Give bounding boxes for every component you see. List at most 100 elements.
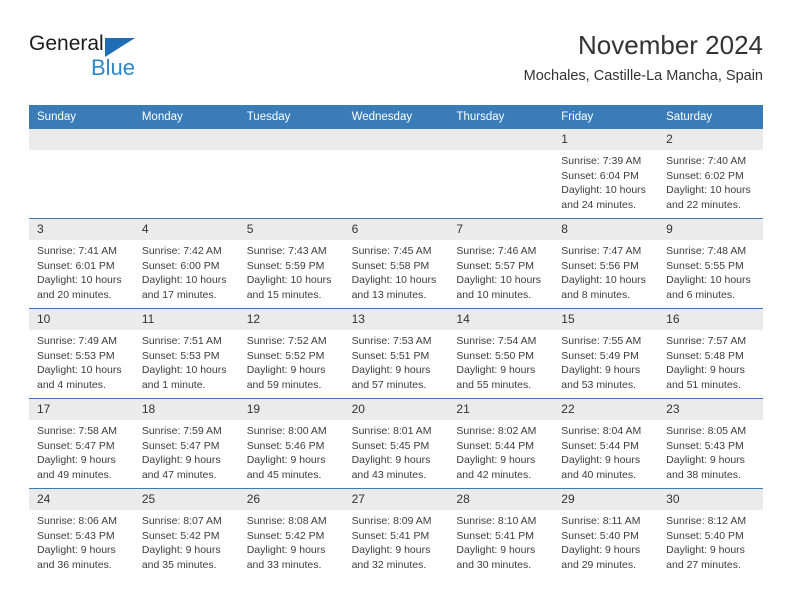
day-number: 7 [448, 219, 554, 240]
sunrise-text: Sunrise: 7:42 AM [141, 245, 222, 257]
sunrise-text: Sunrise: 8:08 AM [246, 515, 327, 527]
sunset-text: Sunset: 5:51 PM [351, 349, 430, 362]
daylight-text: Daylight: 9 hours and 27 minutes. [666, 544, 745, 571]
weekday-header-tuesday: Tuesday [246, 111, 291, 123]
calendar-grid: Sunday Monday Tuesday Wednesday Thursday Frid… [29, 105, 763, 578]
day-cell-22[interactable]: 22 Sunrise: 8:04 AM Sunset: 5:44 PM Dayligh… [553, 399, 659, 488]
day-info: Sunrise: 8:02 AM Sunset: 5:44 PM Daylight:… [448, 420, 553, 482]
day-cell-18[interactable]: 18 Sunrise: 7:59 AM Sunset: 5:47 PM Dayligh… [133, 399, 239, 488]
day-number: 10 [29, 309, 134, 330]
day-cell-16[interactable]: 16 Sunrise: 7:57 AM Sunset: 5:48 PM Dayligh… [658, 309, 763, 398]
sunrise-text: Sunrise: 7:49 AM [37, 335, 117, 347]
day-cell-3[interactable]: 3 Sunrise: 7:41 AM Sunset: 6:01 PM Daylight… [29, 219, 134, 308]
day-cell-9[interactable]: 9 Sunrise: 7:48 AM Sunset: 5:55 PM Daylight… [658, 219, 763, 308]
sunrise-text: Sunrise: 8:00 AM [246, 425, 327, 437]
day-cell-10[interactable]: 10 Sunrise: 7:49 AM Sunset: 5:53 PM Dayligh… [29, 309, 134, 398]
day-number: 29 [553, 489, 659, 510]
day-cell-17[interactable]: 17 Sunrise: 7:58 AM Sunset: 5:47 PM Dayligh… [29, 399, 134, 488]
day-cell-empty [238, 129, 344, 218]
day-info: Sunrise: 7:49 AM Sunset: 5:53 PM Daylight:… [29, 330, 134, 392]
day-cell-29[interactable]: 29 Sunrise: 8:11 AM Sunset: 5:40 PM Dayligh… [553, 489, 659, 578]
day-cell-25[interactable]: 25 Sunrise: 8:07 AM Sunset: 5:42 PM Dayligh… [133, 489, 239, 578]
day-cell-4[interactable]: 4 Sunrise: 7:42 AM Sunset: 6:00 PM Daylight… [133, 219, 239, 308]
sunset-text: Sunset: 5:47 PM [37, 439, 115, 452]
day-info: Sunrise: 8:06 AM Sunset: 5:43 PM Daylight:… [29, 510, 134, 572]
daylight-text: Daylight: 10 hours and 1 minute. [141, 364, 227, 391]
daylight-text: Daylight: 9 hours and 49 minutes. [37, 454, 116, 481]
sunrise-text: Sunrise: 8:09 AM [351, 515, 432, 527]
day-cell-8[interactable]: 8 Sunrise: 7:47 AM Sunset: 5:56 PM Daylight… [553, 219, 659, 308]
calendar-week-row: 1 Sunrise: 7:39 AM Sunset: 6:04 PM Daylight… [29, 129, 763, 218]
sunrise-text: Sunrise: 8:12 AM [666, 515, 747, 527]
day-number: 27 [343, 489, 449, 510]
page-header: General Blue November 2024 Mochales, Cas… [29, 28, 763, 96]
day-cell-24[interactable]: 24 Sunrise: 8:06 AM Sunset: 5:43 PM Dayligh… [29, 489, 134, 578]
day-number: 19 [238, 399, 344, 420]
day-info: Sunrise: 8:00 AM Sunset: 5:46 PM Daylight:… [239, 420, 344, 482]
sunrise-text: Sunrise: 8:11 AM [561, 515, 641, 527]
day-cell-15[interactable]: 15 Sunrise: 7:55 AM Sunset: 5:49 PM Dayligh… [553, 309, 659, 398]
sunrise-text: Sunrise: 8:01 AM [351, 425, 432, 437]
day-info: Sunrise: 7:57 AM Sunset: 5:48 PM Daylight:… [658, 330, 763, 392]
daylight-text: Daylight: 9 hours and 29 minutes. [561, 544, 641, 571]
day-cell-28[interactable]: 28 Sunrise: 8:10 AM Sunset: 5:41 PM Dayligh… [448, 489, 554, 578]
day-cell-1[interactable]: 1 Sunrise: 7:39 AM Sunset: 6:04 PM Daylight… [553, 129, 659, 218]
daylight-text: Daylight: 10 hours and 15 minutes. [246, 274, 332, 301]
day-cell-11[interactable]: 11 Sunrise: 7:51 AM Sunset: 5:53 PM Dayligh… [133, 309, 239, 398]
day-cell-23[interactable]: 23 Sunrise: 8:05 AM Sunset: 5:43 PM Dayligh… [658, 399, 763, 488]
sunrise-text: Sunrise: 7:40 AM [666, 155, 747, 167]
day-info: Sunrise: 8:09 AM Sunset: 5:41 PM Daylight:… [344, 510, 449, 572]
day-cell-19[interactable]: 19 Sunrise: 8:00 AM Sunset: 5:46 PM Dayligh… [238, 399, 344, 488]
sunset-text: Sunset: 5:49 PM [561, 349, 639, 362]
day-cell-2[interactable]: 2 Sunrise: 7:40 AM Sunset: 6:02 PM Daylight… [658, 129, 763, 218]
day-cell-empty [29, 129, 134, 218]
sunset-text: Sunset: 5:40 PM [561, 529, 639, 542]
sunset-text: Sunset: 5:45 PM [351, 439, 430, 452]
daylight-text: Daylight: 10 hours and 24 minutes. [561, 184, 646, 211]
day-number: 24 [29, 489, 134, 510]
day-info: Sunrise: 7:45 AM Sunset: 5:58 PM Daylight:… [344, 240, 449, 302]
day-info: Sunrise: 7:46 AM Sunset: 5:57 PM Daylight:… [448, 240, 553, 302]
day-cell-27[interactable]: 27 Sunrise: 8:09 AM Sunset: 5:41 PM Dayligh… [343, 489, 449, 578]
title-block: November 2024 Mochales, Castille-La Manc… [524, 28, 763, 87]
sunset-text: Sunset: 5:56 PM [561, 259, 639, 272]
day-cell-26[interactable]: 26 Sunrise: 8:08 AM Sunset: 5:42 PM Dayligh… [238, 489, 344, 578]
day-number: 13 [343, 309, 449, 330]
sunrise-text: Sunrise: 7:45 AM [351, 245, 432, 257]
day-number: 4 [133, 219, 239, 240]
logo-text-general: General [29, 32, 104, 55]
day-cell-empty [448, 129, 554, 218]
day-cell-12[interactable]: 12 Sunrise: 7:52 AM Sunset: 5:52 PM Dayligh… [238, 309, 344, 398]
sunset-text: Sunset: 5:58 PM [351, 259, 430, 272]
weekday-header-monday: Monday [141, 111, 183, 123]
day-cell-5[interactable]: 5 Sunrise: 7:43 AM Sunset: 5:59 PM Daylight… [238, 219, 344, 308]
day-number: 11 [133, 309, 239, 330]
day-cell-13[interactable]: 13 Sunrise: 7:53 AM Sunset: 5:51 PM Dayligh… [343, 309, 449, 398]
day-cell-20[interactable]: 20 Sunrise: 8:01 AM Sunset: 5:45 PM Dayligh… [343, 399, 449, 488]
sunrise-text: Sunrise: 7:48 AM [666, 245, 747, 257]
calendar-week-row: 24 Sunrise: 8:06 AM Sunset: 5:43 PM Dayligh… [29, 488, 763, 578]
day-cell-6[interactable]: 6 Sunrise: 7:45 AM Sunset: 5:58 PM Daylight… [343, 219, 449, 308]
sunrise-text: Sunrise: 7:41 AM [37, 245, 117, 257]
day-info: Sunrise: 7:55 AM Sunset: 5:49 PM Daylight:… [553, 330, 658, 392]
day-cell-empty [133, 129, 239, 218]
daylight-text: Daylight: 10 hours and 10 minutes. [456, 274, 542, 301]
sunrise-text: Sunrise: 7:55 AM [561, 335, 642, 347]
day-info: Sunrise: 7:54 AM Sunset: 5:50 PM Daylight:… [448, 330, 553, 392]
day-cell-14[interactable]: 14 Sunrise: 7:54 AM Sunset: 5:50 PM Dayligh… [448, 309, 554, 398]
sunset-text: Sunset: 5:47 PM [141, 439, 220, 452]
day-cell-7[interactable]: 7 Sunrise: 7:46 AM Sunset: 5:57 PM Daylight… [448, 219, 554, 308]
calendar-week-row: 3 Sunrise: 7:41 AM Sunset: 6:01 PM Daylight… [29, 218, 763, 308]
day-number: 21 [448, 399, 554, 420]
day-info: Sunrise: 8:11 AM Sunset: 5:40 PM Daylight:… [553, 510, 658, 572]
day-number: 3 [29, 219, 134, 240]
sunrise-text: Sunrise: 7:51 AM [141, 335, 222, 347]
general-blue-logo[interactable]: General Blue [29, 32, 159, 88]
daylight-text: Daylight: 9 hours and 47 minutes. [141, 454, 221, 481]
day-cell-21[interactable]: 21 Sunrise: 8:02 AM Sunset: 5:44 PM Dayligh… [448, 399, 554, 488]
sunrise-text: Sunrise: 8:04 AM [561, 425, 642, 437]
sunset-text: Sunset: 5:40 PM [666, 529, 744, 542]
day-cell-30[interactable]: 30 Sunrise: 8:12 AM Sunset: 5:40 PM Dayligh… [658, 489, 763, 578]
day-info: Sunrise: 8:08 AM Sunset: 5:42 PM Daylight:… [239, 510, 344, 572]
day-number [448, 129, 554, 150]
